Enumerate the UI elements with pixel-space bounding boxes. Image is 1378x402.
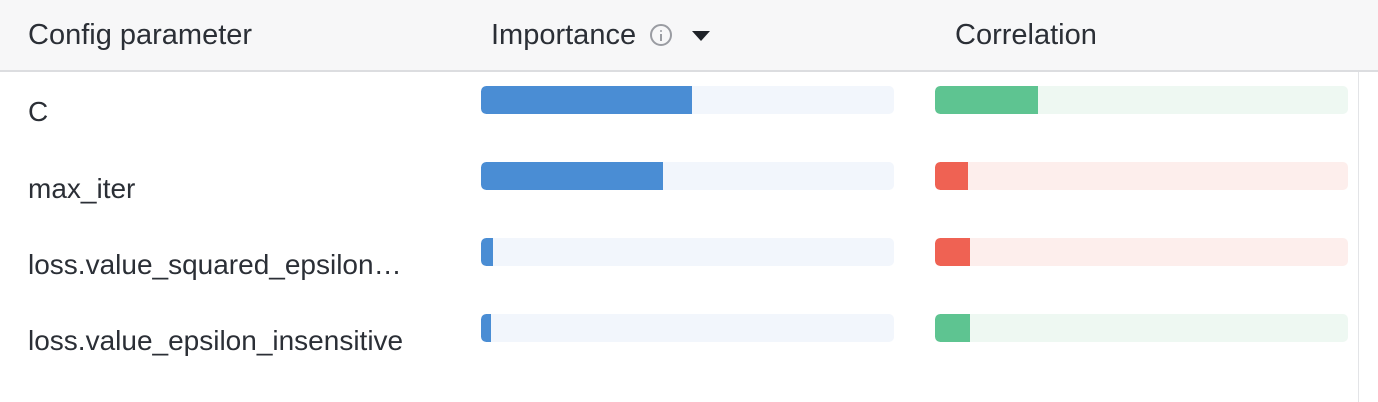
column-header-correlation[interactable]: Correlation <box>955 0 1097 70</box>
importance-bar[interactable] <box>481 86 894 114</box>
correlation-bar[interactable] <box>935 162 1348 190</box>
correlation-bar-fill <box>935 314 970 342</box>
correlation-bar-fill <box>935 86 1038 114</box>
parameter-name: loss.value_epsilon_insensitive <box>28 325 404 356</box>
config-parameter-header-label: Config parameter <box>28 18 253 51</box>
correlation-bar[interactable] <box>935 86 1348 114</box>
importance-bar-fill <box>481 238 493 266</box>
correlation-header-label: Correlation <box>955 18 1097 51</box>
importance-header-label: Importance <box>491 18 637 51</box>
importance-bar[interactable] <box>481 314 894 342</box>
importance-bar-fill <box>481 86 692 114</box>
parameter-name: max_iter <box>28 173 136 204</box>
correlation-bar[interactable] <box>935 314 1348 342</box>
parameter-name: C <box>28 96 49 127</box>
correlation-bar-fill <box>935 238 970 266</box>
info-icon[interactable] <box>650 24 673 46</box>
column-header-config-parameter[interactable]: Config parameter <box>28 0 252 70</box>
correlation-bar[interactable] <box>935 238 1348 266</box>
column-header-importance[interactable]: Importance <box>491 0 711 70</box>
importance-bar[interactable] <box>481 238 894 266</box>
sort-descending-icon[interactable] <box>692 31 711 41</box>
correlation-bar-fill <box>935 162 968 190</box>
importance-bar-fill <box>481 314 491 342</box>
table-header: Config parameter Importance Correlation <box>0 0 1378 72</box>
importance-bar[interactable] <box>481 162 894 190</box>
parameter-importance-panel: Config parameter Importance Correlation … <box>0 0 1378 402</box>
scrollbar-track[interactable] <box>1358 72 1359 402</box>
parameter-name: loss.value_squared_epsilon… <box>28 249 402 280</box>
importance-bar-fill <box>481 162 663 190</box>
